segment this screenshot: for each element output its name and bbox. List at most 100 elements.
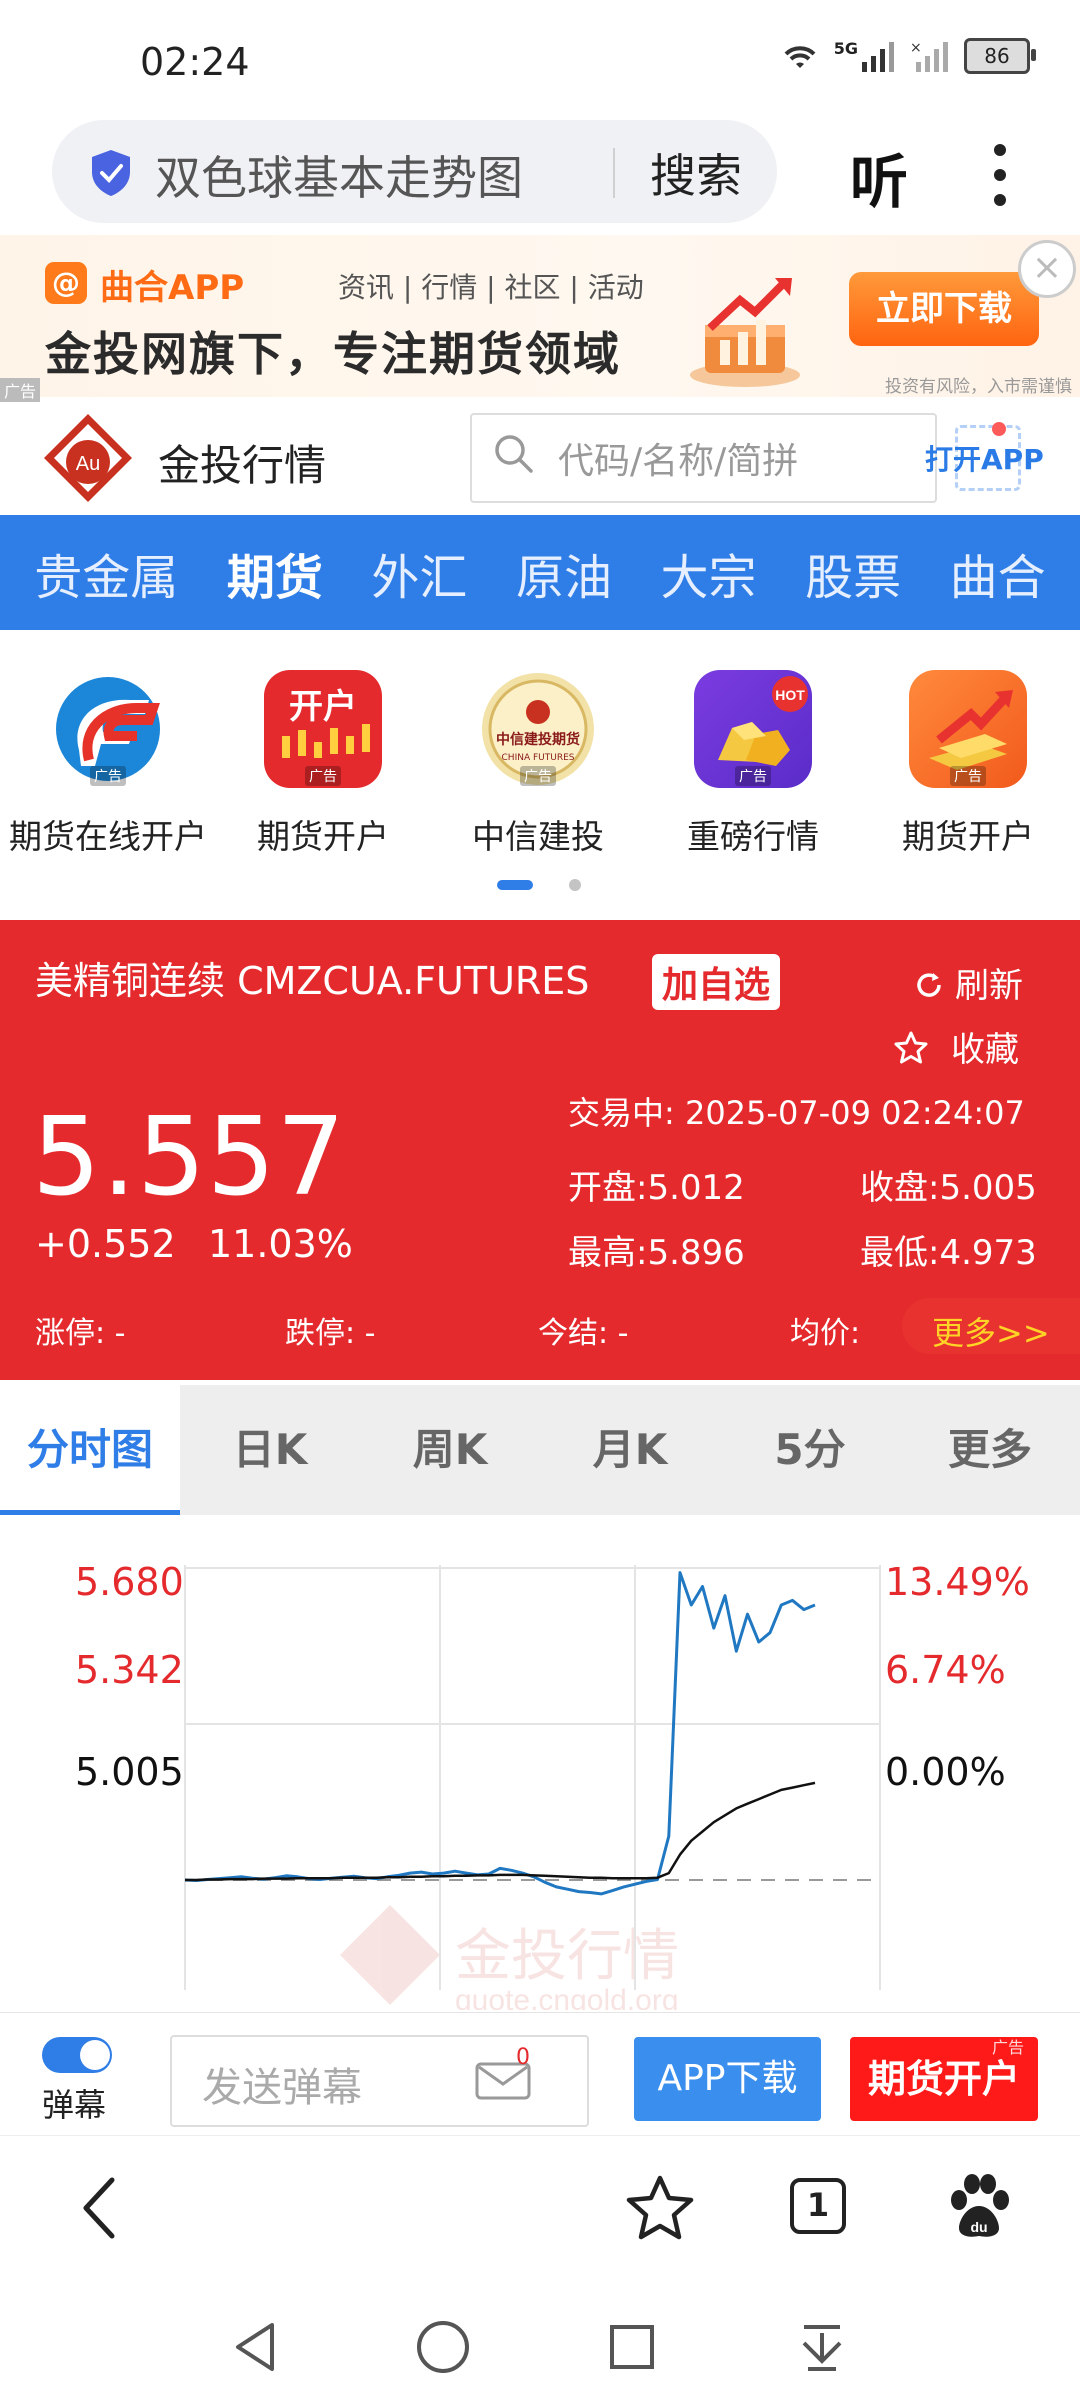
browser-toolbar: 1 du [0,2135,1080,2276]
baidu-paw-icon[interactable]: du [945,2172,1013,2242]
nav-item-crude-oil[interactable]: 原油 [516,538,612,608]
signal-icon [862,42,894,72]
average-price: 均价: [790,1316,861,1351]
status-time: 02:24 [140,40,250,84]
toggle-knob [80,2040,110,2070]
nav-back-icon[interactable] [232,2321,278,2373]
ad-download-button[interactable]: 立即下载 [849,272,1039,346]
high-price: 最高:5.896 [568,1233,745,1273]
tab-weekly-k[interactable]: 周K [360,1385,540,1515]
bookmark-star-icon[interactable] [625,2174,695,2242]
promo-item[interactable]: 开户 广告 期货开户 [223,670,423,858]
limit-down: 跌停: - [285,1316,376,1351]
ad-app-name: 曲合APP [100,268,245,308]
ad-mini-label: 广告 [520,766,556,786]
gift-chart-icon [690,278,800,387]
tab-more[interactable]: 更多 [900,1385,1080,1515]
refresh-label: 刷新 [955,966,1023,1006]
barrage-label: 弹幕 [42,2086,107,2124]
nav-item-futures[interactable]: 期货 [227,538,323,608]
y-left-tick: 5.680 [75,1560,184,1604]
tab-monthly-k[interactable]: 月K [540,1385,720,1515]
refresh-button[interactable]: 刷新 [913,958,1023,1007]
promo-item[interactable]: 广告 期货在线开户 [8,670,208,858]
tab-5min[interactable]: 5分 [720,1385,900,1515]
open-price: 开盘:5.012 [568,1168,745,1208]
last-price: 5.557 [32,1095,347,1220]
hot-badge: HOT [775,687,805,703]
nav-item-precious-metals[interactable]: 贵金属 [34,538,178,608]
signal-2-icon: × [910,40,948,72]
more-menu-icon[interactable] [990,140,1010,210]
nav-item-quhe[interactable]: 曲合 [950,538,1046,608]
prev-close-price: 收盘:5.005 [860,1168,1037,1208]
promo-label: 重磅行情 [687,817,819,856]
search-icon [495,435,533,473]
refresh-icon [917,973,941,997]
category-nav: 贵金属 期货 外汇 原油 大宗 股票 曲合 [0,515,1080,630]
ad-mini-label: 广告 [90,766,126,786]
trade-status: 交易中: 2025-07-09 02:24:07 [568,1094,1025,1132]
listen-button[interactable]: 听 [850,135,908,219]
ad-mini-label: 广告 [735,766,771,786]
promo-label: 期货开户 [902,817,1034,856]
search-divider [613,148,615,198]
nav-dropdown-icon[interactable] [798,2321,846,2373]
nav-item-forex[interactable]: 外汇 [371,538,467,608]
ad-tags: 资讯 | 行情 | 社区 | 活动 [338,271,644,304]
ad-headline: 金投网旗下，专注期货领域 [45,327,621,381]
icon-subtext: CHINA FUTURES [502,753,575,763]
favorite-button[interactable]: 收藏 [893,1022,1019,1071]
intraday-chart[interactable]: 金投行情 quote.cngold.org 5.680 5.342 5.005 … [0,1520,1080,2017]
system-nav-bar [0,2275,1080,2400]
app-download-button[interactable]: APP下载 [634,2037,821,2121]
tabs-button[interactable]: 1 [790,2178,846,2234]
gold-nuggets-hot-icon: HOT 广告 [694,670,812,788]
watermark-text: 金投行情 [455,1924,679,1989]
limit-up: 涨停: - [35,1316,126,1351]
favorite-label: 收藏 [951,1030,1019,1070]
instrument-title: 美精铜连续 CMZCUA.FUTURES [35,959,590,1003]
ad-label: 广告 [992,2038,1025,2057]
nav-item-stocks[interactable]: 股票 [805,538,901,608]
status-icons: 5G × 86 [780,38,1036,74]
ad-mini-label: 广告 [950,766,986,786]
back-icon[interactable] [78,2176,118,2240]
promo-item[interactable]: 中信建投期货 CHINA FUTURES 广告 中信建投 [438,670,638,858]
promo-item[interactable]: HOT 广告 重磅行情 [653,670,853,858]
y-left-tick: 5.342 [75,1648,184,1692]
low-price: 最低:4.973 [860,1233,1037,1273]
add-watchlist-button[interactable]: 加自选 [652,954,781,1010]
watermark: 金投行情 quote.cngold.org [340,1905,679,2017]
barrage-placeholder: 发送弹幕 [202,2065,362,2111]
site-name: 金投行情 [158,441,327,490]
price-change: +0.552 [35,1222,176,1266]
watermark-subtext: quote.cngold.org [455,1984,679,2010]
jintou-logo-icon[interactable]: Au [40,410,136,506]
settlement: 今结: - [538,1316,629,1351]
more-details-button[interactable]: 更多>> [932,1308,1050,1354]
gold-bars-arrow-icon: 广告 [909,670,1027,788]
promo-label: 期货在线开户 [9,817,207,856]
message-count: 0 [516,2045,530,2070]
open-app-button[interactable]: 打开APP [925,438,1044,478]
promo-item[interactable]: 广告 期货开户 [868,670,1068,858]
nav-item-commodities[interactable]: 大宗 [661,538,757,608]
promo-label: 期货开户 [257,817,389,856]
average-line [185,1781,816,1882]
y-left-tick: 5.005 [75,1750,184,1794]
ad-mini-label: 广告 [305,766,341,786]
nav-recents-icon[interactable] [608,2323,656,2371]
icon-text: 开户 [289,687,357,727]
search-button[interactable]: 搜索 [650,140,742,206]
network-type: 5G [833,38,858,58]
ad-close-button[interactable]: × [1018,240,1076,298]
ad-risk-notice: 投资有风险，入市需谨慎 [885,377,1072,397]
tab-daily-k[interactable]: 日K [180,1385,360,1515]
search-query[interactable]: 双色球基本走势图 [155,142,523,208]
nav-home-icon[interactable] [415,2319,471,2375]
promo-label: 中信建投 [472,817,604,856]
tab-intraday[interactable]: 分时图 [0,1385,180,1515]
svg-text:×: × [910,40,922,56]
y-right-tick: 0.00% [885,1750,1006,1794]
